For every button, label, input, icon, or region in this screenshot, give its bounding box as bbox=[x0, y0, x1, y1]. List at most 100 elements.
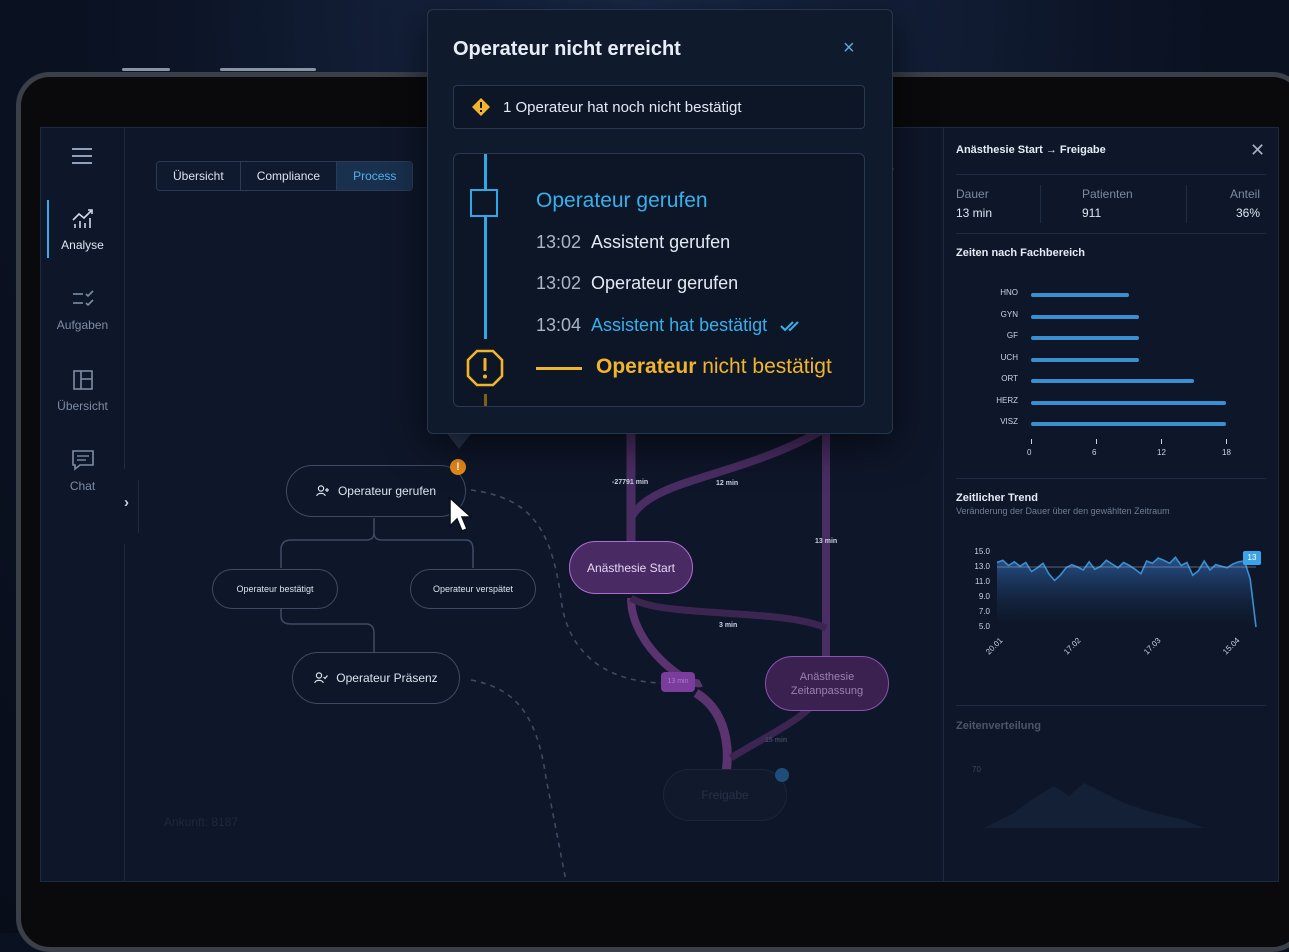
divider bbox=[1040, 185, 1041, 223]
stat-label: Anteil bbox=[1230, 187, 1261, 201]
node-label: Operateur Präsenz bbox=[336, 671, 438, 685]
event-label: Operateur gerufen bbox=[591, 273, 739, 293]
bar bbox=[1031, 422, 1226, 426]
divider bbox=[1186, 185, 1187, 223]
axis-tick-label: 12 bbox=[1157, 447, 1166, 457]
axis-tick-mark bbox=[1096, 438, 1097, 444]
distribution-chart bbox=[984, 783, 1204, 828]
tab-process[interactable]: Process bbox=[337, 162, 413, 190]
axis-tick-label: 6 bbox=[1092, 447, 1097, 457]
node-label: Operateur verspätet bbox=[432, 584, 514, 594]
close-icon[interactable]: ✕ bbox=[1250, 140, 1265, 161]
event-time: 13:02 bbox=[536, 232, 582, 252]
trend-chart bbox=[996, 556, 1257, 628]
detail-panel: Anästhesie Start → Freigabe ✕ Dauer 13 m… bbox=[943, 128, 1278, 881]
bar-category-label: GYN bbox=[1000, 309, 1018, 319]
popup-title: Operateur nicht erreicht bbox=[453, 38, 681, 60]
event-label: Assistent hat bestätigt bbox=[591, 315, 768, 335]
alert-popup: Operateur nicht erreicht × 1 Operateur h… bbox=[427, 9, 893, 434]
node-info-badge[interactable] bbox=[775, 768, 789, 782]
event-timeline: Operateur gerufen 13:02 Assistent gerufen… bbox=[453, 153, 865, 407]
axis-tick-mark bbox=[1226, 438, 1227, 444]
node-label: Freigabe bbox=[701, 788, 749, 802]
section-title: Zeitlicher Trend bbox=[956, 492, 1038, 504]
edge-label: 3 min bbox=[719, 622, 738, 629]
node-freigabe[interactable]: Freigabe bbox=[663, 769, 787, 821]
bar bbox=[1031, 357, 1140, 362]
stats-row: Dauer 13 min Patienten 911 Anteil 36% bbox=[956, 174, 1266, 234]
tab-uebersicht[interactable]: Übersicht bbox=[157, 162, 241, 190]
mouse-cursor-icon bbox=[449, 496, 472, 532]
timeline-dash bbox=[536, 367, 582, 370]
faint-node-label: Ankunft: 8187 bbox=[164, 815, 239, 829]
stat-dauer: Dauer 13 min bbox=[956, 187, 992, 220]
axis-tick-label: 0 bbox=[1027, 447, 1032, 457]
bar bbox=[1031, 400, 1226, 405]
event-time: 13:02 bbox=[536, 273, 582, 293]
edge-duration-box[interactable]: 13 min bbox=[661, 672, 695, 692]
timeline-event: 13:04 Assistent hat bestätigt bbox=[536, 315, 804, 336]
axis-tick-mark bbox=[1161, 438, 1162, 444]
node-anaesthesie-zeitanpassung[interactable]: Anästhesie Zeitanpassung bbox=[765, 656, 889, 711]
axis-tick-label: 18 bbox=[1222, 447, 1231, 457]
node-operateur-gerufen[interactable]: Operateur gerufen bbox=[286, 465, 466, 517]
section-title: Zeitenverteilung bbox=[956, 720, 1041, 732]
warning-octagon-icon bbox=[466, 349, 504, 387]
add-user-icon bbox=[316, 485, 329, 497]
bar-category-label: HERZ bbox=[996, 395, 1018, 405]
close-icon[interactable]: × bbox=[843, 37, 855, 60]
view-tabs: Übersicht Compliance Process bbox=[156, 161, 414, 191]
node-warning-badge[interactable]: ! bbox=[450, 459, 466, 475]
bar bbox=[1031, 293, 1129, 297]
alert-banner: 1 Operateur hat noch nicht bestätigt bbox=[453, 85, 865, 129]
bar bbox=[1031, 379, 1194, 383]
double-check-icon bbox=[780, 321, 799, 332]
user-check-icon bbox=[314, 672, 329, 684]
trend-value-badge: 13 bbox=[1243, 551, 1261, 565]
edge-label: 15 min bbox=[765, 737, 788, 744]
node-anaesthesie-start[interactable]: Anästhesie Start bbox=[569, 541, 693, 594]
timeline-line bbox=[484, 154, 487, 339]
node-label: Operateur bestätigt bbox=[236, 584, 314, 594]
edge-label: 13 min bbox=[815, 538, 838, 545]
node-operateur-praesenz[interactable]: Operateur Präsenz bbox=[292, 652, 460, 704]
node-label: Operateur gerufen bbox=[337, 484, 437, 498]
timeline-line-stub bbox=[484, 394, 487, 406]
bar-category-label: HNO bbox=[1000, 288, 1018, 297]
bar-category-label: GF bbox=[1006, 331, 1018, 340]
alert-text: 1 Operateur hat noch nicht bestätigt bbox=[503, 98, 742, 116]
timeline-event: 13:02 Operateur gerufen bbox=[536, 273, 738, 294]
node-operateur-verspaetet[interactable]: Operateur verspätet bbox=[410, 569, 536, 609]
node-label: Anästhesie Start bbox=[586, 560, 676, 575]
event-time: 13:04 bbox=[536, 315, 582, 335]
failure-subject: Operateur bbox=[596, 355, 697, 378]
device-top-detail bbox=[122, 68, 170, 71]
tab-compliance[interactable]: Compliance bbox=[240, 162, 338, 190]
warning-diamond-icon bbox=[472, 98, 490, 116]
stat-label: Dauer bbox=[956, 187, 989, 201]
panel-title: Anästhesie Start → Freigabe bbox=[956, 144, 1106, 156]
device-top-detail bbox=[220, 68, 316, 71]
failure-text: nicht bestätigt bbox=[696, 355, 832, 378]
stat-value: 36% bbox=[1236, 206, 1261, 220]
divider bbox=[956, 478, 1266, 479]
timeline-node-icon bbox=[470, 189, 498, 217]
bar-category-label: VISZ bbox=[1000, 417, 1018, 426]
stat-value: 13 min bbox=[956, 206, 993, 220]
trend-area bbox=[997, 557, 1256, 627]
bar-category-label: UCH bbox=[1000, 352, 1018, 362]
stat-patienten: Patienten 911 bbox=[1082, 187, 1133, 220]
section-subtitle: Veränderung der Dauer über den gewählten… bbox=[956, 506, 1170, 516]
bar-category-label: ORT bbox=[1001, 374, 1018, 383]
edge-label: 12 min bbox=[716, 480, 739, 487]
node-operateur-bestaetigt[interactable]: Operateur bestätigt bbox=[212, 569, 338, 609]
timeline-event: 13:02 Assistent gerufen bbox=[536, 232, 730, 253]
timeline-failure: Operateur nicht bestätigt bbox=[596, 355, 832, 379]
bar bbox=[1031, 336, 1140, 340]
bar bbox=[1031, 314, 1140, 319]
edge-label: -27791 min bbox=[612, 479, 649, 486]
node-label: Anästhesie Zeitanpassung bbox=[790, 670, 864, 697]
timeline-heading: Operateur gerufen bbox=[536, 189, 708, 212]
stat-value: 911 bbox=[1082, 206, 1102, 220]
stat-label: Patienten bbox=[1082, 187, 1133, 201]
